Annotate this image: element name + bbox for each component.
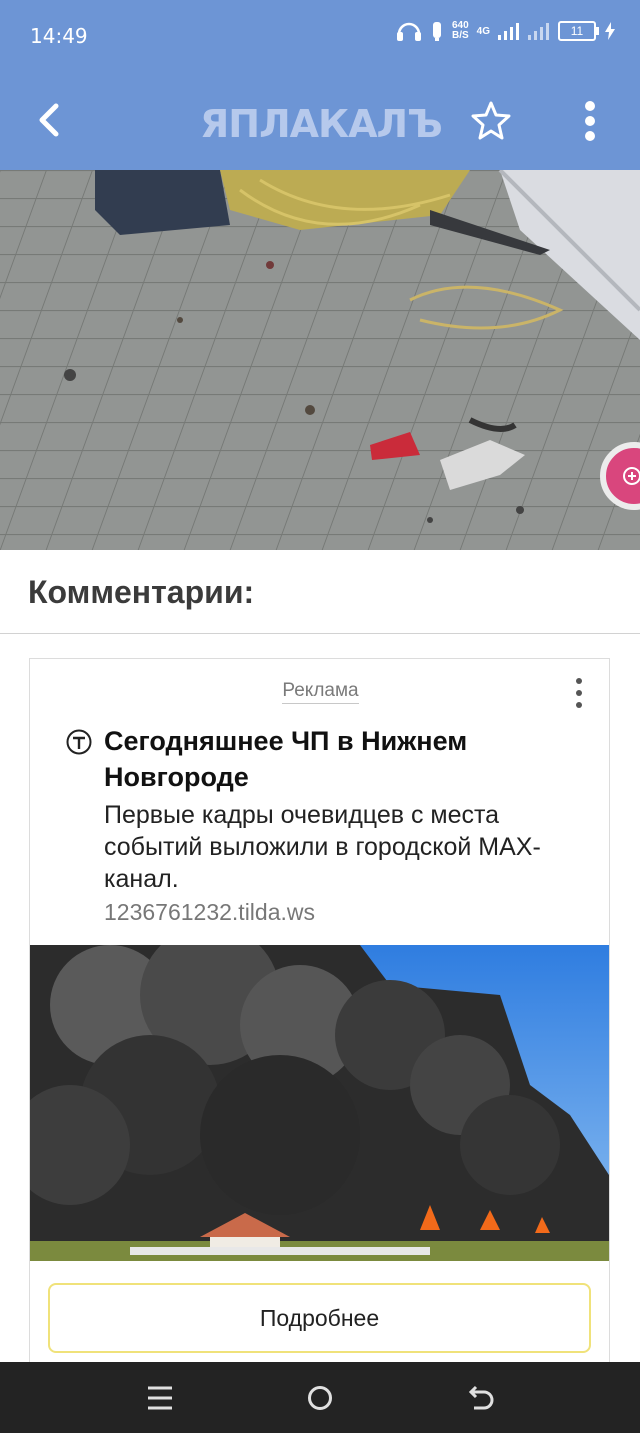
post-image[interactable] bbox=[0, 170, 640, 550]
alarm-icon bbox=[432, 22, 441, 41]
headset-icon bbox=[396, 22, 421, 41]
home-button[interactable] bbox=[298, 1376, 342, 1420]
back-button[interactable] bbox=[28, 98, 72, 142]
chevron-left-icon bbox=[39, 103, 59, 137]
ad-details-button[interactable]: Подробнее bbox=[48, 1283, 591, 1353]
divider bbox=[0, 633, 640, 634]
advertiser-logo-icon bbox=[66, 729, 92, 755]
signal-2-icon bbox=[528, 23, 549, 40]
back-arrow-icon bbox=[468, 1385, 494, 1410]
network-speed-unit: B/S bbox=[451, 30, 469, 41]
home-circle-icon bbox=[308, 1386, 332, 1410]
menu-lines-icon bbox=[148, 1386, 172, 1410]
app-logo[interactable]: ЯПЛАКАЛЪ bbox=[200, 102, 443, 146]
system-nav-bar bbox=[0, 1362, 640, 1433]
more-menu-button[interactable] bbox=[570, 98, 610, 144]
status-time: 14:49 bbox=[30, 24, 88, 48]
ad-options-button[interactable] bbox=[567, 675, 591, 711]
battery-level: 11 bbox=[570, 24, 584, 38]
comments-heading: Комментарии: bbox=[28, 574, 255, 610]
more-vertical-icon bbox=[576, 678, 582, 708]
back-nav-button[interactable] bbox=[458, 1376, 502, 1420]
battery-icon: 11 bbox=[558, 21, 599, 41]
ad-label: Реклама bbox=[30, 680, 611, 704]
ad-domain[interactable]: 1236761232.tilda.ws bbox=[104, 899, 315, 926]
recent-apps-button[interactable] bbox=[138, 1376, 182, 1420]
more-vertical-icon bbox=[585, 101, 595, 141]
status-icons: 640 B/S 4G 11 bbox=[396, 20, 616, 42]
post-image-graphic bbox=[0, 170, 640, 550]
zoom-in-icon bbox=[623, 467, 640, 485]
zoom-button[interactable] bbox=[600, 442, 640, 510]
network-type: 4G bbox=[476, 25, 490, 37]
ad-card[interactable]: Реклама Сегодняшнее ЧП в Нижнем Новгород… bbox=[29, 658, 610, 1378]
ad-image-graphic bbox=[30, 945, 609, 1261]
ad-image[interactable] bbox=[30, 945, 609, 1261]
ad-description: Первые кадры очевидцев с места событий в… bbox=[104, 801, 541, 893]
ad-title[interactable]: Сегодняшнее ЧП в Нижнем Новгороде bbox=[104, 723, 544, 795]
favorite-button[interactable] bbox=[468, 98, 514, 144]
status-bar: 14:49 640 B/S 4G 11 bbox=[0, 0, 640, 72]
network-speed: 640 B/S bbox=[452, 21, 469, 41]
signal-icon bbox=[498, 23, 519, 40]
ad-label-text: Реклама bbox=[282, 680, 359, 704]
star-outline-icon bbox=[471, 101, 511, 140]
charging-icon bbox=[605, 22, 615, 40]
app-bar: ЯПЛАКАЛЪ bbox=[0, 72, 640, 170]
